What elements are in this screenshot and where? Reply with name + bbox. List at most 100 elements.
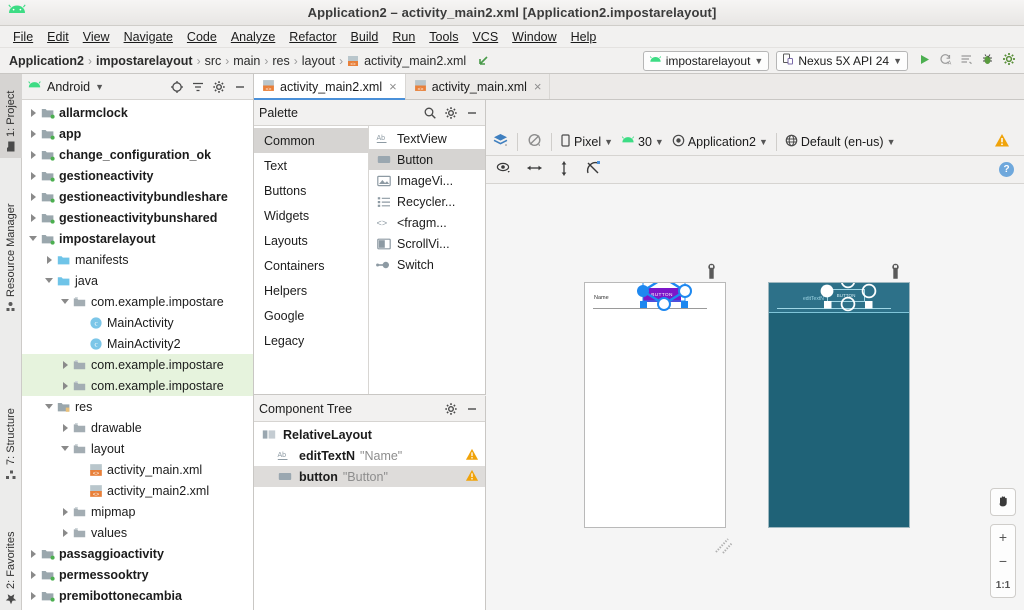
menu-tools[interactable]: Tools (422, 28, 465, 46)
component-tree-row[interactable]: RelativeLayout (254, 424, 485, 445)
chevron-right-icon[interactable] (26, 549, 40, 558)
palette-category-text[interactable]: Text (254, 153, 368, 178)
palette-category-legacy[interactable]: Legacy (254, 328, 368, 353)
breadcrumb-item-res[interactable]: res (269, 54, 292, 68)
menu-refactor[interactable]: Refactor (282, 28, 343, 46)
project-tree-item[interactable]: com.example.impostare (22, 375, 253, 396)
component-tree-row[interactable]: Ab editTextN "Name" (254, 445, 485, 466)
design-preview-frame[interactable]: Name BUTTON (584, 282, 726, 528)
project-tree-item[interactable]: gestioneactivitybundleshare (22, 186, 253, 207)
project-tree-item[interactable]: passaggioactivity (22, 543, 253, 564)
menu-help[interactable]: Help (564, 28, 604, 46)
project-tree-item[interactable]: <> activity_main.xml (22, 459, 253, 480)
zoom-in-button[interactable]: + (990, 525, 1016, 549)
menu-navigate[interactable]: Navigate (117, 28, 180, 46)
project-tree-item[interactable]: allarmclock (22, 102, 253, 123)
menu-window[interactable]: Window (505, 28, 563, 46)
breadcrumb-item-src[interactable]: src (202, 54, 225, 68)
project-tree-item[interactable]: c MainActivity2 (22, 333, 253, 354)
hide-panel-icon[interactable] (464, 105, 480, 121)
editor-tab-activity-main[interactable]: <> activity_main.xml × (406, 74, 551, 99)
menu-view[interactable]: View (76, 28, 117, 46)
gear-icon[interactable] (211, 79, 227, 95)
palette-category-widgets[interactable]: Widgets (254, 203, 368, 228)
menu-file[interactable]: File (6, 28, 40, 46)
search-icon[interactable] (422, 105, 438, 121)
chevron-right-icon[interactable] (58, 423, 72, 432)
project-tree-item[interactable]: drawable (22, 417, 253, 438)
project-tree-item[interactable]: gestioneactivity (22, 165, 253, 186)
eye-visibility-icon[interactable] (496, 161, 512, 178)
warning-triangle-icon[interactable] (994, 133, 1010, 151)
device-config-selector[interactable]: Pixel ▼ (560, 133, 613, 150)
menu-edit[interactable]: Edit (40, 28, 76, 46)
run-play-icon[interactable] (918, 53, 931, 69)
breadcrumb-item-main[interactable]: main (230, 54, 263, 68)
palette-category-helpers[interactable]: Helpers (254, 278, 368, 303)
blueprint-preview-frame[interactable]: editTextN BUTTON (768, 282, 910, 528)
palette-item-imagevi[interactable]: ImageVi... (369, 170, 485, 191)
menu-analyze[interactable]: Analyze (224, 28, 282, 46)
project-tree-item[interactable]: permessooktry (22, 564, 253, 585)
pan-tool-button[interactable] (990, 488, 1016, 516)
project-tree-item[interactable]: app (22, 123, 253, 144)
palette-item-fragm[interactable]: <> <fragm... (369, 212, 485, 233)
logcat-icon[interactable] (960, 53, 973, 69)
zoom-controls[interactable]: + − 1:1 (990, 524, 1016, 598)
palette-category-common[interactable]: Common (254, 128, 368, 153)
chevron-right-icon[interactable] (58, 507, 72, 516)
project-tree-item[interactable]: manifests (22, 249, 253, 270)
project-tree-item[interactable]: res (22, 396, 253, 417)
project-tree-item[interactable]: change_configuration_ok (22, 144, 253, 165)
breadcrumb-item-layout[interactable]: layout (299, 54, 338, 68)
palette-component-list[interactable]: Ab TextView Button ImageVi... Recycler... <> <… (369, 126, 485, 394)
theme-selector[interactable]: Application2 ▼ (672, 134, 768, 150)
help-icon[interactable]: ? (999, 162, 1014, 177)
close-icon[interactable]: × (534, 79, 542, 94)
gear-icon[interactable] (443, 105, 459, 121)
chevron-right-icon[interactable] (58, 360, 72, 369)
zoom-out-button[interactable]: − (990, 549, 1016, 573)
chevron-right-icon[interactable] (26, 213, 40, 222)
zoom-fit-button[interactable]: 1:1 (990, 573, 1016, 597)
palette-category-layouts[interactable]: Layouts (254, 228, 368, 253)
resize-corner-icon[interactable] (714, 534, 736, 559)
project-tree-item[interactable]: java (22, 270, 253, 291)
palette-item-button[interactable]: Button (369, 149, 485, 170)
sidebar-tab-resource-manager[interactable]: Resource Manager (0, 168, 22, 318)
constraint-selection-handles[interactable] (633, 282, 695, 319)
device-selector[interactable]: Nexus 5X API 24 ▼ (776, 50, 908, 71)
breadcrumb-item-file[interactable]: activity_main2.xml (361, 54, 469, 68)
design-preview-device[interactable]: Name BUTTON (584, 282, 733, 554)
chevron-right-icon[interactable] (26, 171, 40, 180)
palette-item-scrollvi[interactable]: ScrollVi... (369, 233, 485, 254)
back-arrow-icon[interactable] (477, 54, 491, 68)
sidebar-tab-project[interactable]: 1: Project (0, 74, 22, 158)
menu-code[interactable]: Code (180, 28, 224, 46)
project-tree-item[interactable]: premibottonecambia (22, 585, 253, 606)
blueprint-selection-handles[interactable] (817, 282, 879, 319)
project-tree-item[interactable]: com.example.impostare (22, 354, 253, 375)
project-tree-item[interactable]: impostarelayout (22, 228, 253, 249)
target-icon[interactable] (169, 79, 185, 95)
warning-triangle-icon[interactable] (465, 469, 479, 485)
editor-tab-activity-main2[interactable]: <> activity_main2.xml × (254, 74, 406, 100)
breadcrumb-item-project[interactable]: Application2 (6, 54, 87, 68)
chevron-right-icon[interactable] (26, 108, 40, 117)
chevron-right-icon[interactable] (42, 255, 56, 264)
component-tree-list[interactable]: RelativeLayout Ab editTextN "Name" button "Bu… (254, 422, 485, 610)
chevron-down-icon[interactable] (42, 278, 56, 283)
layers-icon[interactable] (492, 132, 509, 152)
chevron-right-icon[interactable] (58, 381, 72, 390)
chevron-right-icon[interactable] (26, 150, 40, 159)
warning-triangle-icon[interactable] (465, 448, 479, 464)
api-level-selector[interactable]: 30 ▼ (621, 135, 664, 149)
chevron-down-icon[interactable] (58, 299, 72, 304)
vertical-align-icon[interactable] (557, 160, 571, 180)
gear-icon[interactable] (1002, 52, 1016, 69)
palette-category-buttons[interactable]: Buttons (254, 178, 368, 203)
run-configuration-selector[interactable]: impostarelayout ▼ (642, 50, 770, 71)
close-icon[interactable]: × (389, 79, 397, 94)
palette-category-containers[interactable]: Containers (254, 253, 368, 278)
project-tree-item[interactable]: com.example.impostare (22, 291, 253, 312)
